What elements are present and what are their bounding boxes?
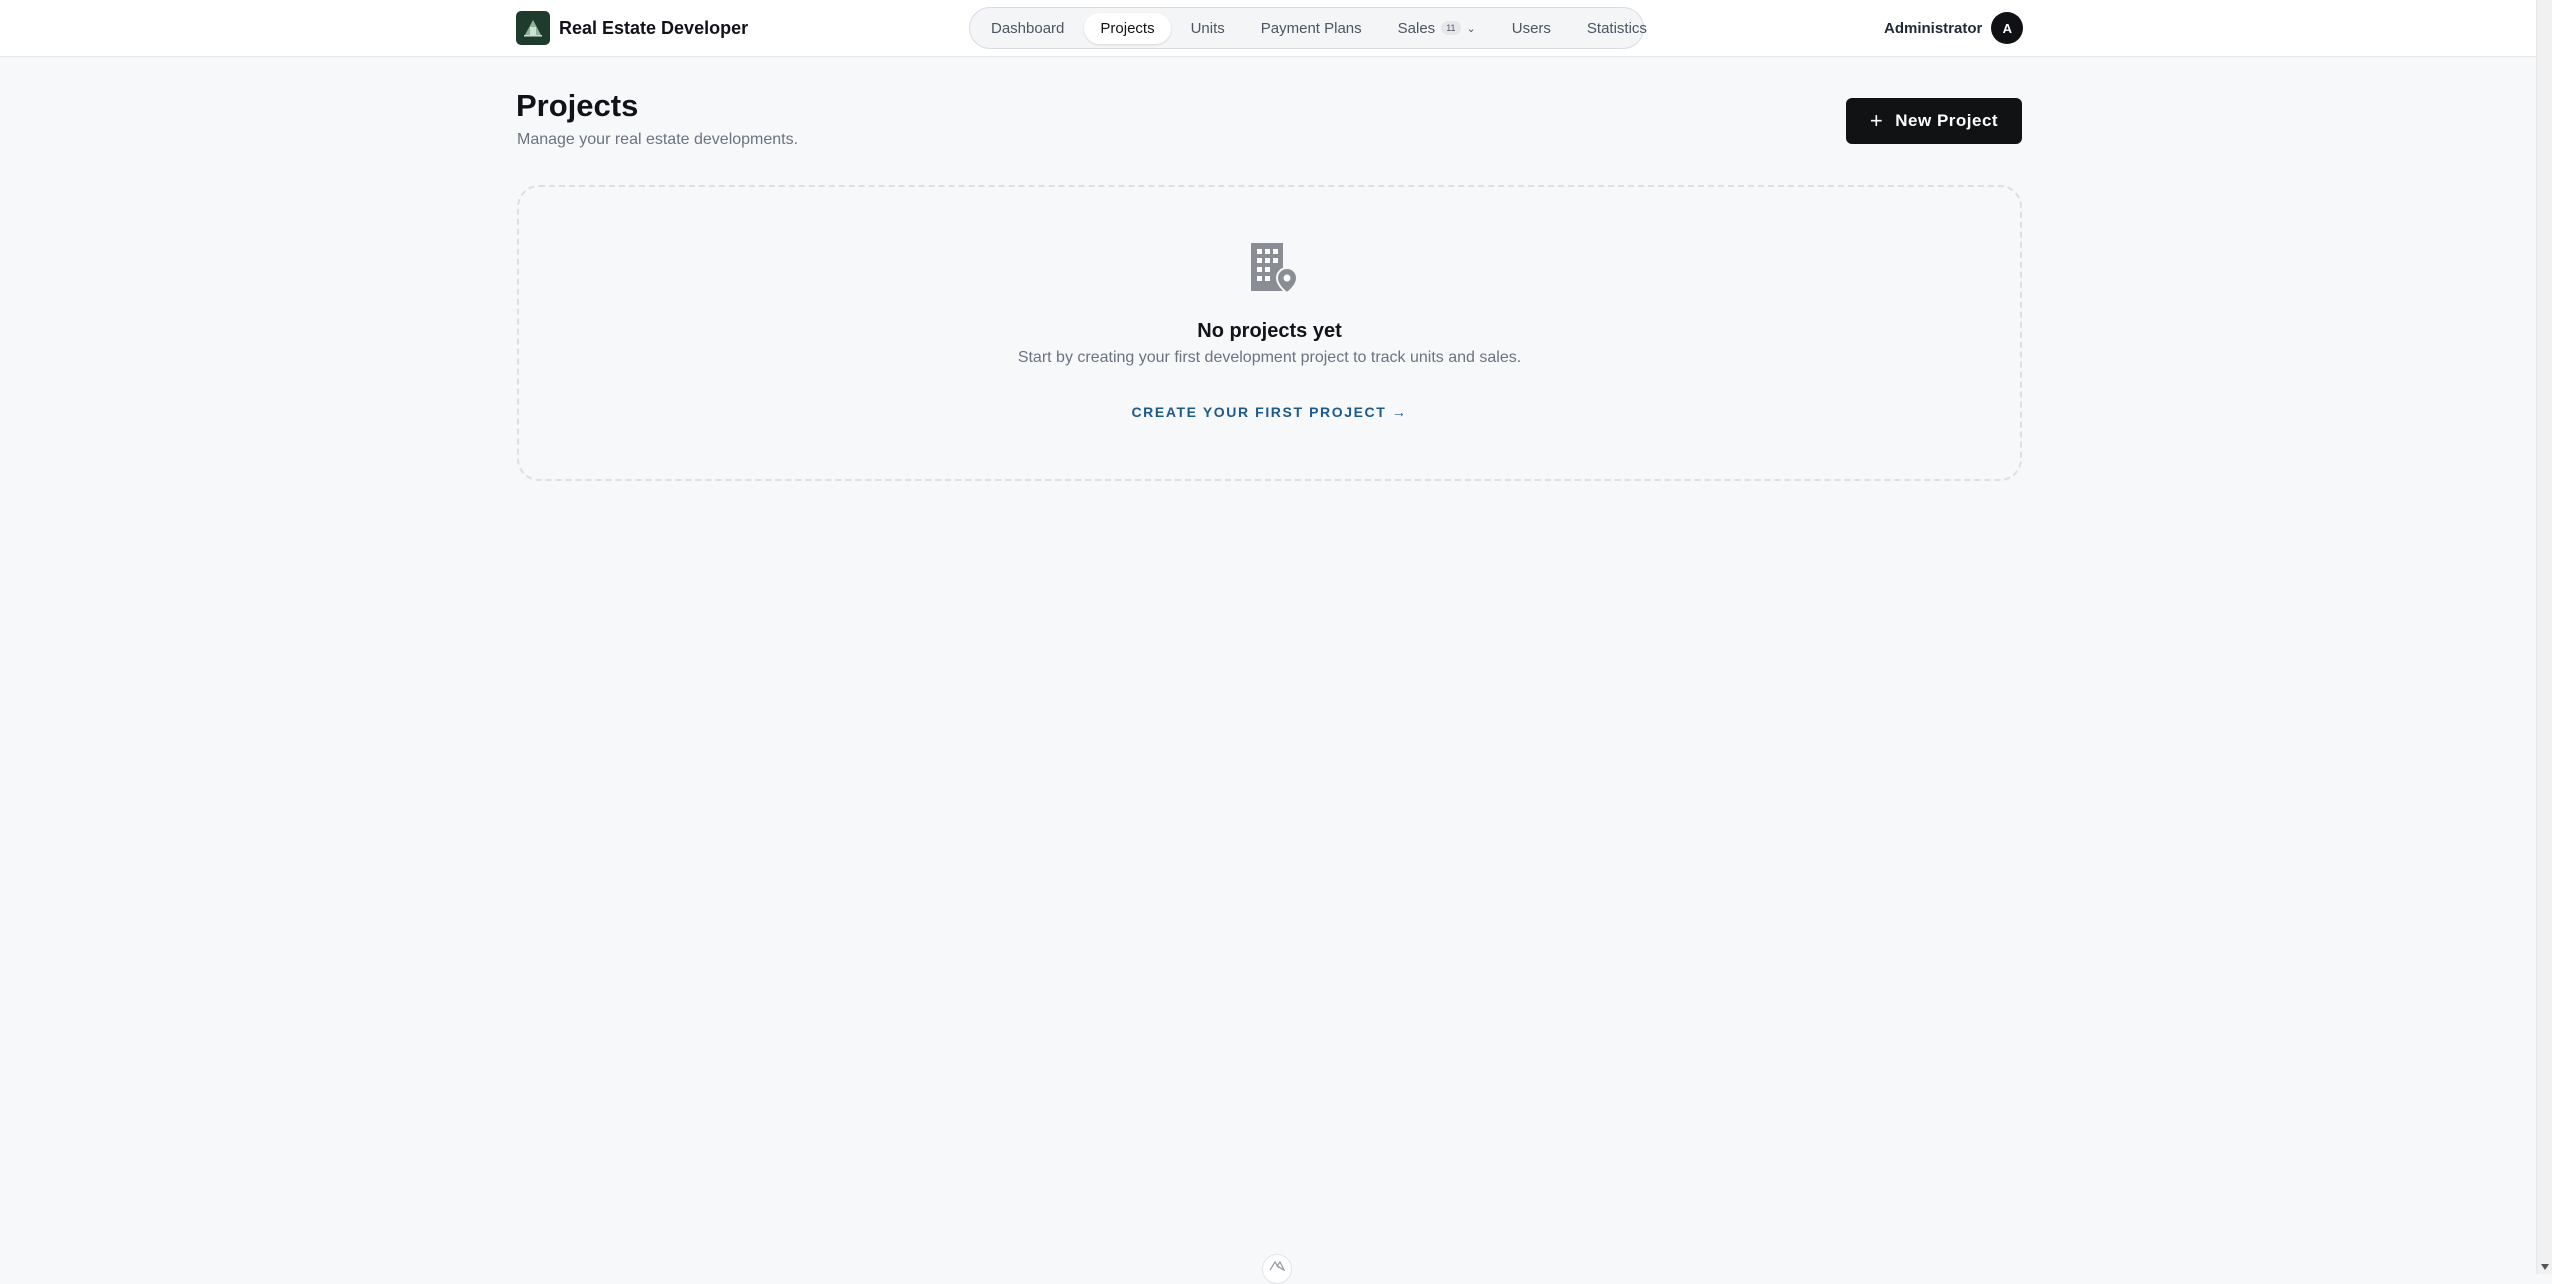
- user-name: Administrator: [1884, 19, 1983, 37]
- empty-state-card: No projects yet Start by creating your f…: [517, 185, 2022, 481]
- empty-state-text: Start by creating your first development…: [1017, 349, 1522, 366]
- nav-projects-label: Projects: [1100, 19, 1155, 37]
- brand-logo-icon: [516, 11, 550, 45]
- main-nav: Dashboard Projects Units Payment Plans S…: [969, 7, 1647, 49]
- nav-sales-label: Sales: [1397, 19, 1436, 37]
- building-pin-icon: [1249, 241, 1301, 295]
- page-scrollbar[interactable]: [2536, 0, 2552, 1274]
- nav-users-label: Users: [1511, 19, 1551, 37]
- new-project-button[interactable]: + New Project: [1846, 98, 2022, 144]
- sales-count-badge: 11: [1441, 21, 1461, 35]
- user-menu[interactable]: Administrator A: [1884, 12, 2024, 44]
- empty-state-title: No projects yet: [1197, 320, 1342, 342]
- new-project-label: New Project: [1895, 111, 1999, 130]
- page-subtitle: Manage your real estate developments.: [517, 131, 799, 148]
- nav-users[interactable]: Users: [1496, 13, 1567, 44]
- nav-units-label: Units: [1190, 19, 1225, 37]
- nav-payment-plans-label: Payment Plans: [1260, 19, 1362, 37]
- nav-dashboard[interactable]: Dashboard: [975, 13, 1080, 44]
- nav-units[interactable]: Units: [1175, 13, 1241, 44]
- create-first-project-link[interactable]: CREATE YOUR FIRST PROJECT →: [519, 404, 2020, 420]
- nav-statistics-label: Statistics: [1586, 19, 1647, 37]
- nav-dashboard-label: Dashboard: [991, 19, 1065, 37]
- nav-projects[interactable]: Projects: [1084, 12, 1171, 44]
- top-navigation-bar: Real Estate Developer Dashboard Projects…: [0, 0, 2536, 57]
- framework-badge-icon[interactable]: [1262, 1254, 1292, 1284]
- page-title: Projects: [516, 88, 639, 123]
- chevron-down-icon: ⌄: [1466, 22, 1476, 35]
- nav-sales-dropdown[interactable]: Sales 11 ⌄: [1382, 13, 1492, 44]
- scroll-down-arrow-icon[interactable]: [2541, 1264, 2549, 1270]
- nav-statistics[interactable]: Statistics: [1571, 13, 1663, 44]
- brand-name: Real Estate Developer: [559, 17, 749, 38]
- plus-icon: +: [1869, 108, 1884, 133]
- nav-payment-plans[interactable]: Payment Plans: [1245, 13, 1378, 44]
- brand[interactable]: Real Estate Developer: [516, 11, 748, 45]
- avatar[interactable]: A: [1991, 12, 2024, 44]
